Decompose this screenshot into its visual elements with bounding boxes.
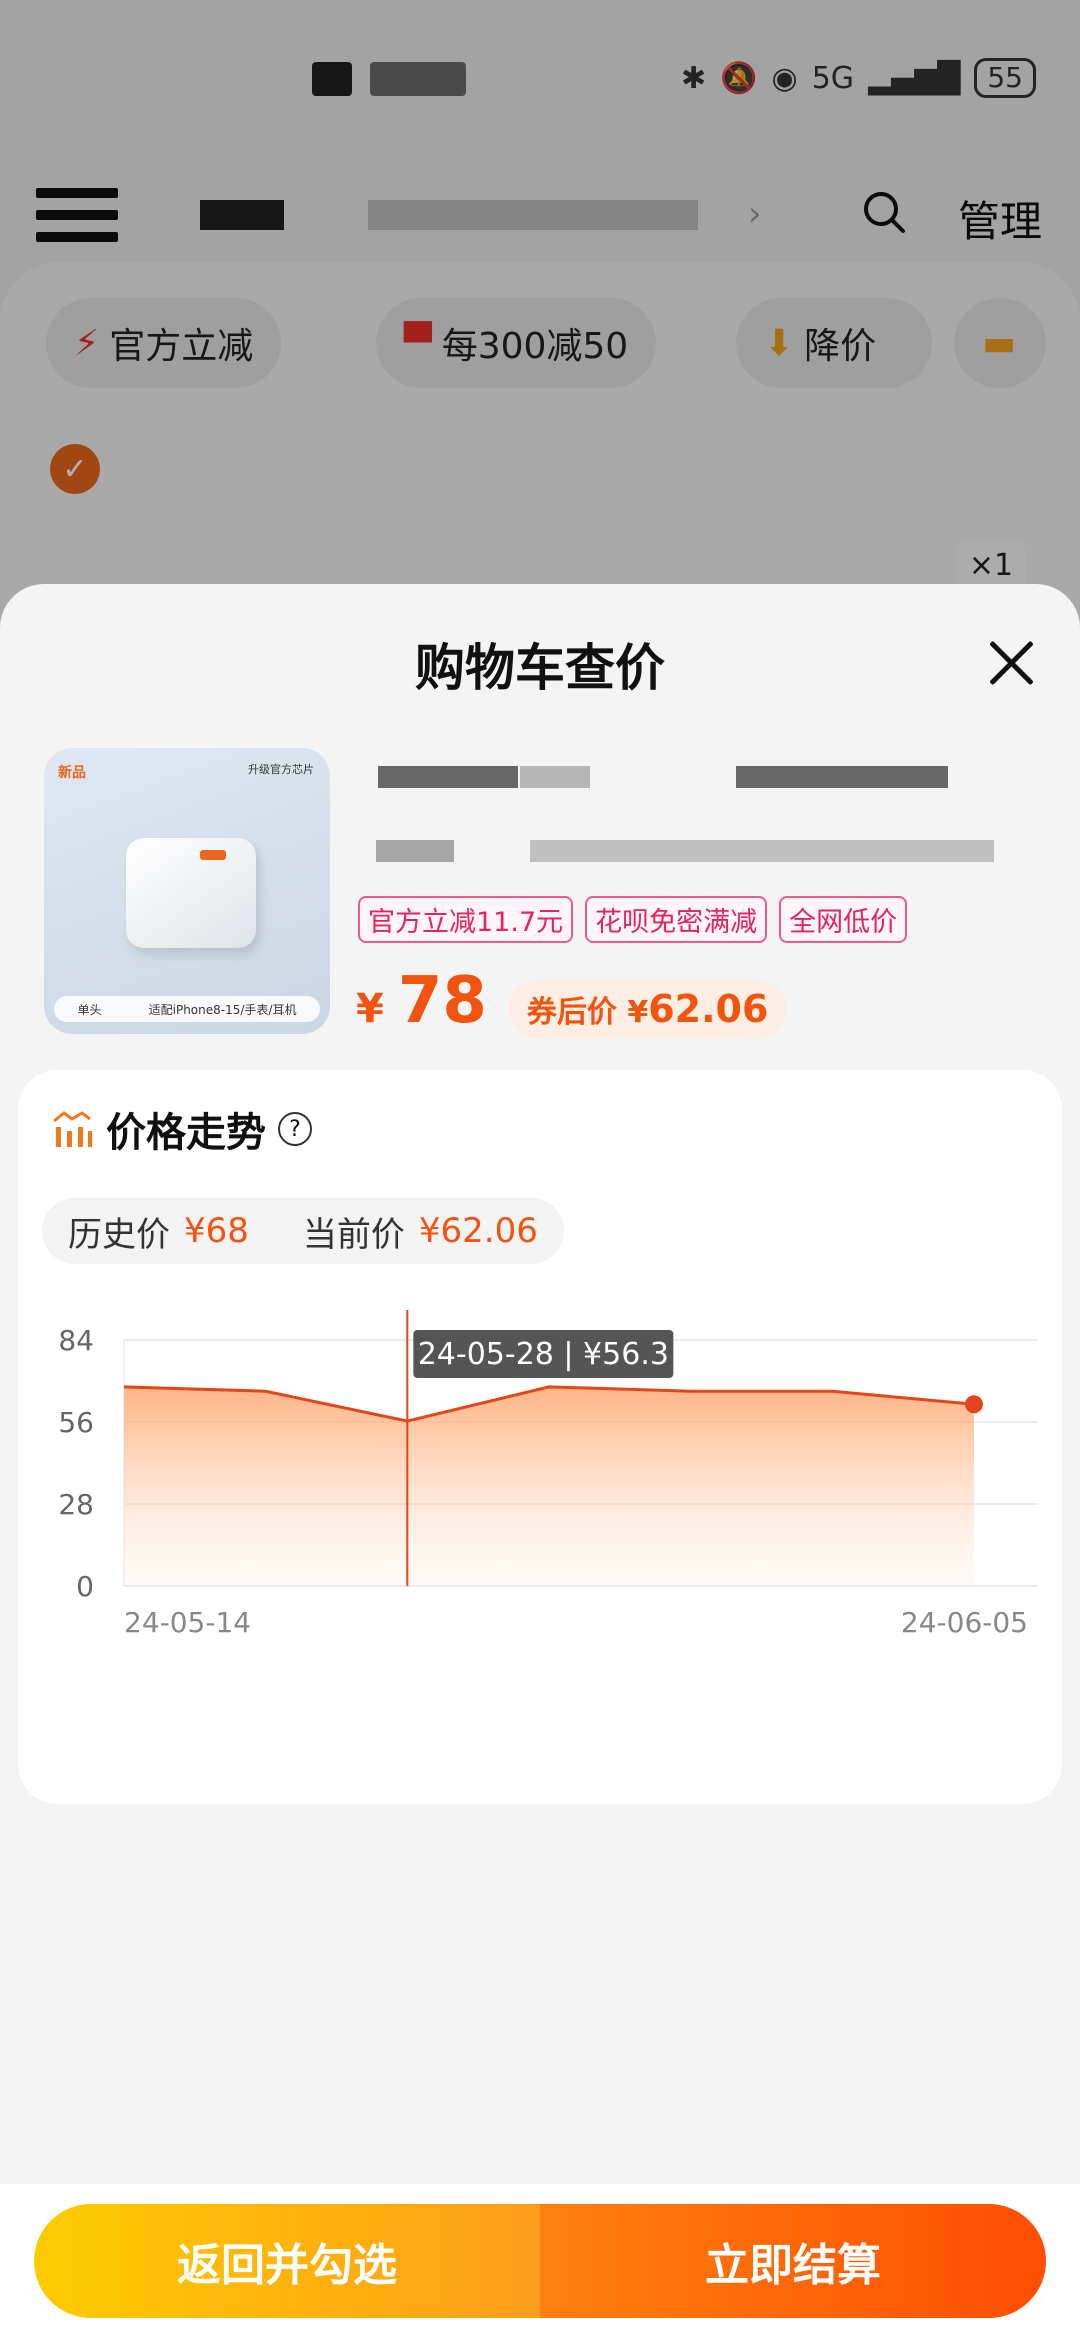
product-price: 78	[397, 964, 487, 1038]
current-price-point	[965, 1395, 983, 1414]
product-name-blur	[520, 766, 590, 788]
y-tick-label: 0	[76, 1570, 94, 1603]
trend-title-text: 价格走势	[106, 1110, 266, 1156]
promo-tags: 官方立减11.7元 花呗免密满减 全网低价	[358, 896, 908, 943]
new-tag: 新品	[58, 765, 86, 781]
checkout-button[interactable]: 立即结算	[540, 2204, 1046, 2318]
coupon-price-badge: 券后价 ¥62.06	[508, 979, 787, 1039]
y-tick-label: 84	[58, 1324, 94, 1357]
product-name-blur	[736, 766, 948, 788]
coupon-label: 券后价	[526, 995, 617, 1030]
thumb-caption-right: 适配iPhone8-15/手表/耳机	[148, 1002, 297, 1017]
trend-chart-icon	[53, 1111, 92, 1147]
return-select-button[interactable]: 返回并勾选	[34, 2204, 540, 2318]
coupon-currency: ¥	[627, 995, 649, 1030]
product-thumbnail[interactable]: 新品 升级官方芯片 单头 适配iPhone8-15/手表/耳机	[44, 748, 330, 1034]
price-trend-chart[interactable]: 0 28 56 84 24-05-28 | ¥56.3 24-05-14 24-06-05	[28, 1280, 1058, 1790]
currency-symbol: ¥	[356, 986, 384, 1032]
sheet-title: 购物车查价	[415, 639, 665, 697]
history-value: ¥68	[184, 1211, 249, 1251]
help-icon[interactable]: ?	[278, 1112, 312, 1146]
charger-image	[126, 838, 256, 948]
price-row: ¥ 78 券后价 ¥62.06	[356, 964, 787, 1039]
promo-tag: 花呗免密满减	[585, 896, 768, 943]
product-name-blur	[530, 840, 994, 862]
promo-tag: 全网低价	[779, 896, 908, 943]
price-area	[124, 1386, 974, 1586]
footer-bar: 返回并勾选 立即结算	[0, 2184, 1080, 2340]
price-summary-pill: 历史价 ¥68 当前价 ¥62.06	[42, 1198, 564, 1264]
thumb-feature-text: 升级官方芯片	[248, 763, 314, 776]
trend-title: 价格走势 ?	[50, 1100, 312, 1158]
tooltip-text: 24-05-28 | ¥56.3	[418, 1337, 669, 1372]
y-tick-label: 28	[58, 1488, 94, 1521]
price-trend-card: 价格走势 ? 历史价 ¥68 当前价 ¥62.06 0 28 56 84 24-05-2…	[18, 1070, 1062, 1804]
history-label: 历史价	[68, 1214, 170, 1255]
promo-tag: 官方立减11.7元	[358, 896, 574, 943]
x-tick-label: 24-05-14	[124, 1606, 251, 1639]
product-name-blur	[376, 840, 454, 862]
thumb-caption: 单头 适配iPhone8-15/手表/耳机	[54, 996, 320, 1022]
x-tick-label: 24-06-05	[901, 1606, 1028, 1639]
action-buttons: 返回并勾选 立即结算	[34, 2204, 1046, 2318]
current-value: ¥62.06	[418, 1211, 538, 1251]
product-name-blur	[378, 766, 518, 788]
close-icon[interactable]	[988, 640, 1034, 686]
coupon-price: 62.06	[648, 987, 769, 1031]
current-label: 当前价	[302, 1214, 405, 1255]
y-tick-label: 56	[58, 1406, 94, 1439]
thumb-caption-left: 单头	[77, 1002, 102, 1017]
